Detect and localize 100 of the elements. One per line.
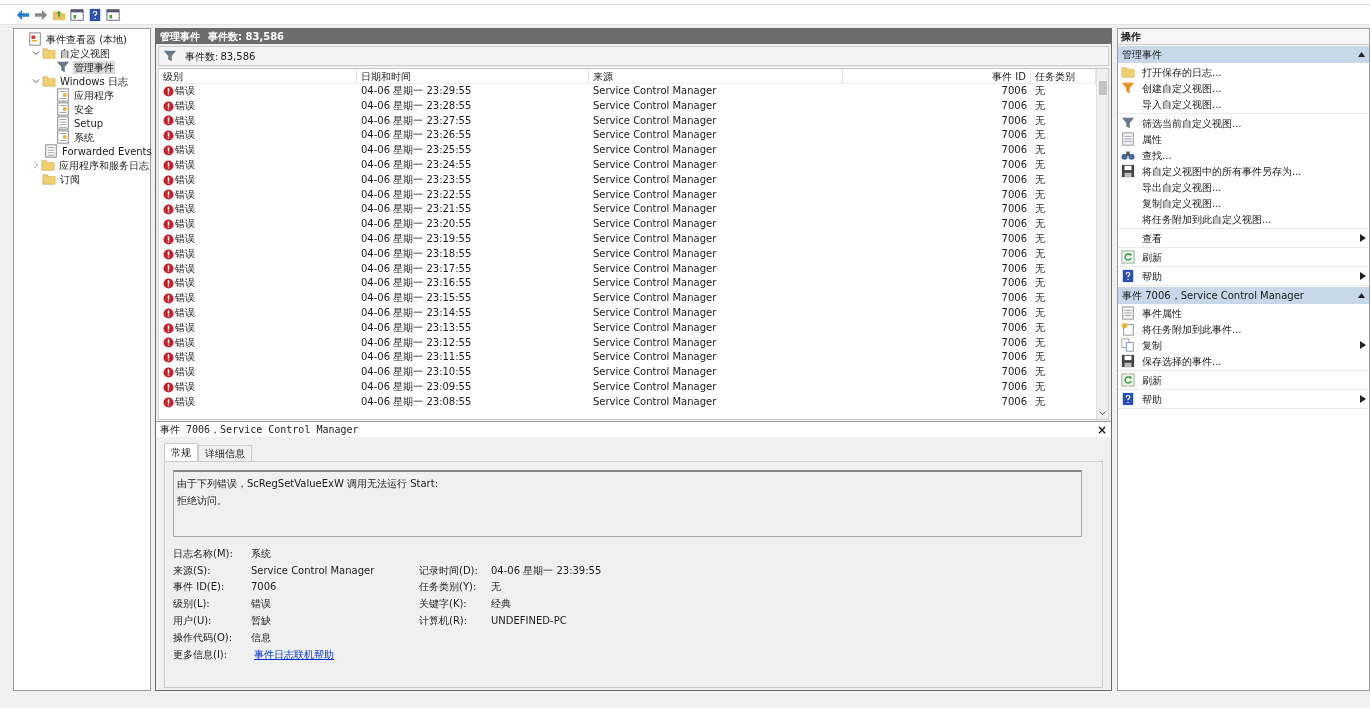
event-row[interactable]: 错误 04-06 星期一 23:20:55 Service Control Manager 7006 无 — [159, 217, 1096, 232]
event-row[interactable]: 错误 04-06 星期一 23:26:55 Service Control Manager 7006 无 — [159, 128, 1096, 144]
tree-item[interactable]: Forwarded Events — [61, 144, 153, 158]
event-row[interactable]: 错误 04-06 星期一 23:25:55 Service Control Manager 7006 无 — [159, 143, 1096, 158]
action-item[interactable]: 打开保存的日志... — [1118, 64, 1369, 80]
section-header[interactable]: 管理事件 — [1118, 46, 1369, 63]
action-item[interactable]: 将任务附加到此事件... — [1118, 321, 1369, 337]
tree-item[interactable]: 管理事件 — [73, 60, 115, 74]
field-label: 级别(L): — [173, 597, 211, 612]
collapse-icon[interactable] — [1358, 52, 1365, 57]
section-header[interactable]: 事件 7006，Service Control Manager — [1118, 287, 1369, 304]
tree-item[interactable]: 安全 — [73, 102, 95, 116]
copy-icon — [1121, 338, 1135, 352]
event-row[interactable]: 错误 04-06 星期一 23:08:55 Service Control Manager 7006 无 — [159, 394, 1096, 410]
help-icon[interactable] — [88, 7, 102, 22]
tree-item[interactable]: 事件查看器 (本地) — [45, 32, 128, 46]
action-item[interactable]: 刷新 — [1118, 372, 1369, 388]
action-item[interactable]: 帮助 — [1118, 268, 1369, 284]
task-category-text: 无 — [1034, 128, 1046, 143]
event-id-text: 7006 — [1000, 320, 1028, 335]
tab[interactable]: 常规 — [164, 443, 198, 461]
event-row[interactable]: 错误 04-06 星期一 23:15:55 Service Control Manager 7006 无 — [159, 291, 1096, 306]
tree-item[interactable]: Setup — [73, 116, 105, 130]
panel-icon[interactable] — [106, 7, 120, 22]
event-id-text: 7006 — [1000, 291, 1028, 306]
action-item[interactable]: 事件属性 — [1118, 305, 1369, 321]
action-item[interactable]: 筛选当前自定义视图... — [1118, 115, 1369, 131]
action-item[interactable]: 查找... — [1118, 147, 1369, 163]
action-item[interactable]: 查看 — [1118, 230, 1369, 246]
level-text: 错误 — [175, 350, 195, 365]
error-icon — [163, 85, 174, 97]
action-item[interactable]: 创建自定义视图... — [1118, 80, 1369, 96]
event-row[interactable]: 错误 04-06 星期一 23:11:55 Service Control Manager 7006 无 — [159, 350, 1096, 366]
field-label: 计算机(R): — [419, 614, 469, 629]
action-item[interactable]: 保存选择的事件... — [1118, 353, 1369, 369]
action-item[interactable]: 导出自定义视图... — [1118, 179, 1369, 195]
error-icon — [163, 204, 174, 216]
column-header[interactable]: 事件 ID — [843, 69, 1031, 84]
log-icon — [56, 102, 70, 116]
date-time-text: 04-06 星期一 23:08:55 — [360, 394, 473, 409]
event-row[interactable]: 错误 04-06 星期一 23:24:55 Service Control Manager 7006 无 — [159, 158, 1096, 173]
action-item[interactable]: 复制 — [1118, 337, 1369, 353]
event-row[interactable]: 错误 04-06 星期一 23:22:55 Service Control Manager 7006 无 — [159, 187, 1096, 203]
tree-item[interactable]: 应用程序和服务日志 — [58, 158, 150, 172]
column-header[interactable]: 来源 — [589, 69, 843, 84]
scrollbar[interactable] — [1096, 69, 1108, 419]
event-id-text: 7006 — [1000, 261, 1028, 276]
event-row[interactable]: 错误 04-06 星期一 23:17:55 Service Control Manager 7006 无 — [159, 261, 1096, 277]
error-icon — [163, 337, 174, 349]
field-value: UNDEFINED-PC — [491, 614, 567, 629]
message-text: 拒绝访问。 — [177, 494, 228, 508]
task-category-text: 无 — [1034, 379, 1046, 394]
help-icon[interactable] — [1121, 269, 1135, 283]
event-row[interactable]: 错误 04-06 星期一 23:29:55 Service Control Manager 7006 无 — [159, 84, 1096, 99]
tree-item[interactable]: 应用程序 — [73, 88, 115, 102]
event-row[interactable]: 错误 04-06 星期一 23:18:55 Service Control Manager 7006 无 — [159, 246, 1096, 262]
date-time-text: 04-06 星期一 23:27:55 — [360, 113, 473, 128]
event-row[interactable]: 错误 04-06 星期一 23:12:55 Service Control Manager 7006 无 — [159, 335, 1096, 351]
tree-item[interactable]: 自定义视图 — [59, 46, 111, 60]
event-row[interactable]: 错误 04-06 星期一 23:28:55 Service Control Manager 7006 无 — [159, 98, 1096, 114]
action-item[interactable]: 刷新 — [1118, 249, 1369, 265]
column-header[interactable]: 级别 — [159, 69, 357, 84]
event-row[interactable]: 错误 04-06 星期一 23:21:55 Service Control Manager 7006 无 — [159, 202, 1096, 218]
event-row[interactable]: 错误 04-06 星期一 23:19:55 Service Control Manager 7006 无 — [159, 231, 1096, 247]
back-arrow-icon[interactable] — [16, 7, 30, 22]
close-button[interactable]: × — [1096, 423, 1107, 436]
scroll-down-icon[interactable] — [1099, 411, 1106, 416]
event-row[interactable]: 错误 04-06 星期一 23:27:55 Service Control Manager 7006 无 — [159, 113, 1096, 129]
action-item[interactable]: 将自定义视图中的所有事件另存为... — [1118, 163, 1369, 179]
event-id-text: 7006 — [1000, 202, 1028, 217]
tree-item[interactable]: 订阅 — [59, 172, 81, 186]
task-category-text: 无 — [1034, 305, 1046, 320]
action-item[interactable]: 属性 — [1118, 131, 1369, 147]
event-row[interactable]: 错误 04-06 星期一 23:13:55 Service Control Manager 7006 无 — [159, 320, 1096, 336]
column-header[interactable]: 日期和时间 — [357, 69, 589, 84]
action-item[interactable]: 复制自定义视图... — [1118, 195, 1369, 211]
event-row[interactable]: 错误 04-06 星期一 23:16:55 Service Control Manager 7006 无 — [159, 276, 1096, 292]
action-item[interactable]: 导入自定义视图... — [1118, 96, 1369, 112]
tab[interactable]: 详细信息 — [198, 445, 252, 461]
action-item[interactable]: 将任务附加到此自定义视图... — [1118, 211, 1369, 227]
event-id-text: 7006 — [1000, 394, 1028, 409]
help-link[interactable]: 事件日志联机帮助 — [254, 646, 334, 662]
action-item[interactable]: 帮助 — [1118, 391, 1369, 407]
forward-arrow-icon[interactable] — [34, 7, 48, 22]
level-text: 错误 — [175, 98, 195, 113]
help-icon[interactable] — [1121, 392, 1135, 406]
error-icon — [163, 219, 174, 231]
field-label: 事件 ID(E): — [173, 580, 226, 595]
event-row[interactable]: 错误 04-06 星期一 23:23:55 Service Control Manager 7006 无 — [159, 172, 1096, 188]
event-row[interactable]: 错误 04-06 星期一 23:09:55 Service Control Manager 7006 无 — [159, 379, 1096, 395]
event-row[interactable]: 错误 04-06 星期一 23:10:55 Service Control Manager 7006 无 — [159, 365, 1096, 380]
panel-icon[interactable] — [70, 7, 84, 22]
event-row[interactable]: 错误 04-06 星期一 23:14:55 Service Control Manager 7006 无 — [159, 305, 1096, 321]
folder-icon — [41, 158, 55, 172]
scroll-thumb[interactable] — [1098, 81, 1107, 95]
tree-item[interactable]: Windows 日志 — [59, 74, 129, 88]
tree-item[interactable]: 系统 — [73, 130, 95, 144]
document-icon — [56, 116, 70, 130]
level-text: 错误 — [175, 113, 195, 128]
collapse-icon[interactable] — [1358, 293, 1365, 298]
